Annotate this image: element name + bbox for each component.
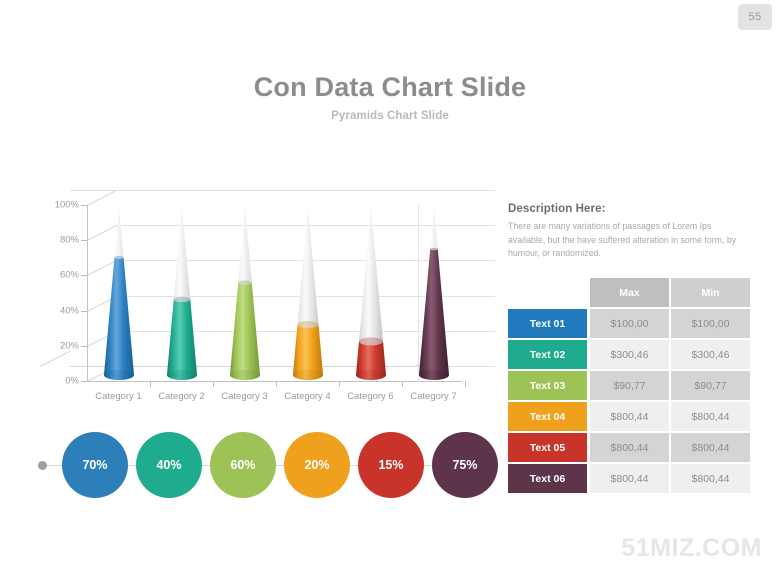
x-axis-category-label: Category 1 (95, 391, 142, 402)
cone-fill-cap (429, 247, 438, 251)
cone-bar (88, 205, 150, 382)
y-axis-tick-label: 80% (59, 234, 79, 246)
connector-dot-left (38, 461, 47, 470)
chart-depth-line (86, 189, 118, 206)
x-axis-category-label: Category 6 (347, 391, 394, 402)
cone-filled-part (418, 249, 449, 380)
cone-bar (277, 205, 339, 382)
cone-base-ellipse (418, 370, 449, 380)
percentage-circle[interactable]: 20% (284, 432, 350, 498)
table-row-label: Text 06 (508, 464, 587, 493)
y-axis-tick-label: 0% (65, 375, 79, 387)
cone-shape (166, 207, 197, 380)
table-cell-min: $800,44 (671, 433, 750, 462)
page-number-text: 55 (748, 11, 762, 23)
table-cell-min: $100,00 (671, 309, 750, 338)
percentage-circle[interactable]: 40% (136, 432, 202, 498)
cone-shape (418, 207, 449, 380)
percentage-circle-value: 40% (156, 458, 182, 472)
cone-base-ellipse (103, 370, 134, 380)
table-cell-max: $90,77 (590, 371, 669, 400)
description-body: There are many variations of passages of… (508, 221, 737, 259)
table-row-label: Text 04 (508, 402, 587, 431)
table-cell-min: $300,46 (671, 340, 750, 369)
cone-bar (214, 205, 276, 382)
cone-shape (103, 207, 134, 380)
x-axis-category-label: Category 7 (410, 391, 457, 402)
table-row-label: Text 01 (508, 309, 587, 338)
table-row[interactable]: Text 05 $800,44 $800,44 (508, 433, 750, 462)
slide-header: Con Data Chart Slide Pyramids Chart Slid… (0, 72, 780, 122)
table-row[interactable]: Text 04 $800,44 $800,44 (508, 402, 750, 431)
table-cell-max: $800,44 (590, 464, 669, 493)
page-subtitle: Pyramids Chart Slide (331, 110, 449, 122)
cone-shape (355, 207, 386, 380)
y-axis-tick-label: 40% (59, 305, 79, 317)
table-row-label: Text 03 (508, 371, 587, 400)
cone-bar (403, 205, 465, 382)
cone-series (87, 205, 465, 382)
table-row[interactable]: Text 03 $90,77 $90,77 (508, 371, 750, 400)
cone-fill-cap (173, 296, 190, 303)
table-cell-max: $800,44 (590, 402, 669, 431)
cone-base-ellipse (229, 370, 260, 380)
table-column-header: Min (671, 278, 750, 307)
y-axis-tick-label: 60% (59, 269, 79, 281)
percentage-circle-value: 75% (452, 458, 478, 472)
cone-shape (292, 207, 323, 380)
percentage-circle[interactable]: 70% (62, 432, 128, 498)
table-header-row: Max Min (508, 278, 750, 307)
cone-bar (151, 205, 213, 382)
cone-fill-cap (358, 337, 383, 346)
cone-base-ellipse (166, 370, 197, 380)
description-panel: Description Here: There are many variati… (508, 203, 748, 261)
table-cell-max: $800,44 (590, 433, 669, 462)
cone-shape (229, 207, 260, 380)
cone-base-ellipse (355, 370, 386, 380)
cone-base-ellipse (292, 370, 323, 380)
description-heading: Description Here: (508, 203, 606, 215)
table-cell-max: $300,46 (590, 340, 669, 369)
table-row[interactable]: Text 01 $100,00 $100,00 (508, 309, 750, 338)
percentage-circle[interactable]: 60% (210, 432, 276, 498)
x-axis-category-label: Category 3 (221, 391, 268, 402)
cone-fill-cap (237, 280, 252, 285)
page-number-badge: 55 (738, 4, 772, 30)
cone-fill-cap (297, 321, 318, 329)
table-cell-min: $800,44 (671, 402, 750, 431)
cone-filled-part (166, 299, 197, 380)
table-cell-max: $100,00 (590, 309, 669, 338)
percentage-circle-value: 60% (230, 458, 256, 472)
chart-wall-top-edge (70, 190, 448, 191)
pyramid-cone-chart: 0% 20% 40% 60% 80% 100% Category 1 Category 2C… (39, 189, 495, 410)
x-axis-category-label: Category 2 (158, 391, 205, 402)
percentage-circle[interactable]: 15% (358, 432, 424, 498)
percentage-circle-value: 15% (378, 458, 404, 472)
cone-filled-part (229, 282, 260, 380)
table-row-label: Text 05 (508, 433, 587, 462)
percentage-circle-row: 70% 40% 60% 20% 15% 75% (34, 432, 498, 500)
percentage-circle-value: 20% (304, 458, 330, 472)
data-table: Max Min Text 01 $100,00 $100,00 Text 02 $300,4… (508, 278, 750, 495)
table-column-header: Max (590, 278, 669, 307)
x-axis-tick-mark (465, 381, 466, 387)
table-cell-min: $800,44 (671, 464, 750, 493)
cone-filled-part (103, 257, 134, 380)
table-row[interactable]: Text 02 $300,46 $300,46 (508, 340, 750, 369)
x-axis-category-label: Category 4 (284, 391, 331, 402)
table-header-corner (508, 278, 587, 307)
watermark: 51MIZ.COM (621, 534, 762, 562)
percentage-circle-value: 70% (82, 458, 108, 472)
cone-fill-cap (114, 255, 123, 259)
y-axis-tick-label: 100% (54, 199, 79, 211)
cone-bar (340, 205, 402, 382)
percentage-circle[interactable]: 75% (432, 432, 498, 498)
table-row[interactable]: Text 06 $800,44 $800,44 (508, 464, 750, 493)
table-row-label: Text 02 (508, 340, 587, 369)
page-title: Con Data Chart Slide (253, 72, 527, 102)
table-cell-min: $90,77 (671, 371, 750, 400)
